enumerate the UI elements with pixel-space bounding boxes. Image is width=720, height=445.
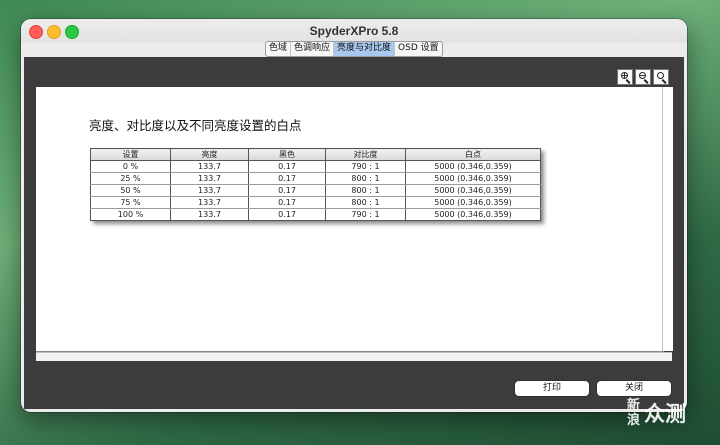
cell-black: 0.17 <box>248 172 326 185</box>
cell-setting: 75 % <box>90 196 171 209</box>
zoom-fit-button[interactable] <box>653 69 669 85</box>
app-window: SpyderXPro 5.8 色域 色调响应 亮度与对比度 OSD 设置 + − <box>21 19 687 412</box>
cell-luminance: 133.7 <box>170 184 249 197</box>
report-title: 亮度、对比度以及不同亮度设置的白点 <box>89 118 302 133</box>
cell-luminance: 133.7 <box>170 172 249 185</box>
report-page: 亮度、对比度以及不同亮度设置的白点 设置 亮度 黑色 对比度 白点 0 % 13… <box>36 87 664 352</box>
title-bar: SpyderXPro 5.8 <box>21 19 687 43</box>
cell-white-point: 5000 (0.346,0.359) <box>405 184 541 197</box>
cell-contrast: 800 : 1 <box>325 196 406 209</box>
zoom-fit-icon <box>657 72 664 79</box>
tab-osd-settings[interactable]: OSD 设置 <box>395 42 442 56</box>
cell-white-point: 5000 (0.346,0.359) <box>405 196 541 209</box>
cell-contrast: 790 : 1 <box>325 208 406 221</box>
watermark-text: 众测 <box>644 402 686 426</box>
tab-tone-response[interactable]: 色调响应 <box>291 42 335 56</box>
cell-white-point: 5000 (0.346,0.359) <box>405 172 541 185</box>
horizontal-scrollbar[interactable] <box>36 352 672 361</box>
table-row: 75 % 133.7 0.17 800 : 1 5000 (0.346,0.35… <box>90 196 541 209</box>
cell-setting: 25 % <box>90 172 171 185</box>
cell-white-point: 5000 (0.346,0.359) <box>405 160 541 173</box>
content-area: + − 亮度、对比度以及不同亮度设置的白点 设置 亮度 黑色 对比度 白点 0 … <box>24 57 684 409</box>
table-row: 50 % 133.7 0.17 800 : 1 5000 (0.346,0.35… <box>90 184 541 197</box>
cell-luminance: 133.7 <box>170 208 249 221</box>
cell-black: 0.17 <box>248 160 326 173</box>
watermark-char-2: 浪 <box>627 413 641 428</box>
cell-black: 0.17 <box>248 184 326 197</box>
watermark-char-1: 新 <box>627 398 641 413</box>
vertical-scrollbar[interactable] <box>662 87 673 351</box>
cell-contrast: 800 : 1 <box>325 184 406 197</box>
cell-setting: 50 % <box>90 184 171 197</box>
action-bar: 打印 关闭 <box>24 364 684 409</box>
column-header-black: 黑色 <box>248 148 326 161</box>
watermark-logo: 新 浪 众测 <box>627 398 686 430</box>
zoom-in-button[interactable]: + <box>617 69 633 85</box>
cell-black: 0.17 <box>248 208 326 221</box>
column-header-white-point: 白点 <box>405 148 541 161</box>
tab-gamut[interactable]: 色域 <box>266 42 292 56</box>
column-header-luminance: 亮度 <box>170 148 249 161</box>
cell-luminance: 133.7 <box>170 160 249 173</box>
cell-setting: 0 % <box>90 160 171 173</box>
table-header-row: 设置 亮度 黑色 对比度 白点 <box>90 148 541 161</box>
tab-brightness-contrast[interactable]: 亮度与对比度 <box>334 42 396 56</box>
cell-white-point: 5000 (0.346,0.359) <box>405 208 541 221</box>
zoom-out-button[interactable]: − <box>635 69 651 85</box>
cell-luminance: 133.7 <box>170 196 249 209</box>
zoom-toolbar: + − <box>617 69 669 85</box>
cell-contrast: 800 : 1 <box>325 172 406 185</box>
table-row: 25 % 133.7 0.17 800 : 1 5000 (0.346,0.35… <box>90 172 541 185</box>
print-button[interactable]: 打印 <box>515 381 589 396</box>
table-row: 100 % 133.7 0.17 790 : 1 5000 (0.346,0.3… <box>90 208 541 221</box>
table-row: 0 % 133.7 0.17 790 : 1 5000 (0.346,0.359… <box>90 160 541 173</box>
tab-bar: 色域 色调响应 亮度与对比度 OSD 设置 <box>265 41 443 57</box>
cell-setting: 100 % <box>90 208 171 221</box>
cell-contrast: 790 : 1 <box>325 160 406 173</box>
measurement-table: 设置 亮度 黑色 对比度 白点 0 % 133.7 0.17 790 : 1 5… <box>90 148 541 221</box>
close-button[interactable]: 关闭 <box>597 381 671 396</box>
window-title: SpyderXPro 5.8 <box>309 24 399 38</box>
cell-black: 0.17 <box>248 196 326 209</box>
column-header-contrast: 对比度 <box>325 148 406 161</box>
column-header-setting: 设置 <box>90 148 171 161</box>
